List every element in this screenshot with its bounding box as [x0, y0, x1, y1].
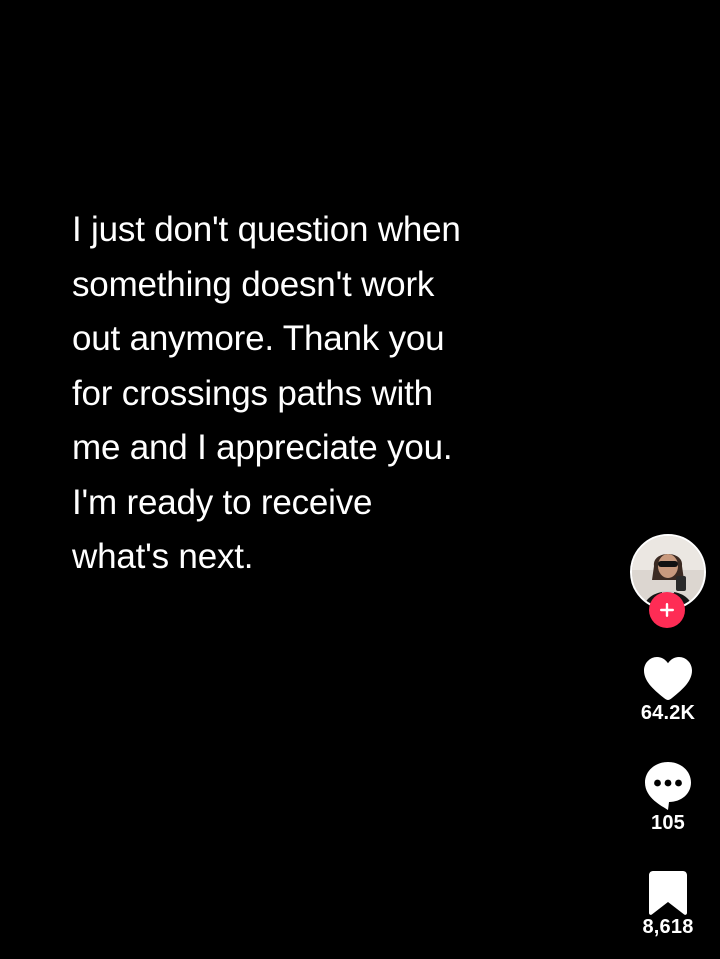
follow-button[interactable]: [649, 592, 685, 628]
heart-icon[interactable]: [643, 656, 693, 702]
comment-bubble-icon[interactable]: [643, 760, 693, 812]
caption-line: for crossings paths with: [72, 373, 433, 413]
like-count: 64.2K: [640, 702, 696, 724]
caption-line: what's next.: [72, 537, 254, 576]
video-caption: I just don't question when something doe…: [72, 203, 552, 585]
save-action: 8,618: [610, 870, 720, 939]
caption-line: out anymore. Thank you: [72, 319, 445, 358]
caption-line: I just don't question when: [72, 210, 461, 249]
like-action: 64.2K: [610, 656, 720, 725]
caption-line: I'm ready to receive: [72, 482, 373, 522]
profile-avatar-button[interactable]: [630, 534, 706, 628]
caption-line: something doesn't work: [72, 264, 435, 304]
comment-count: 105: [651, 812, 685, 834]
action-rail: 64.2K 105 8,618: [610, 532, 720, 959]
bookmark-icon[interactable]: [648, 870, 688, 916]
caption-line: me and I appreciate you.: [72, 428, 453, 467]
plus-icon: [660, 603, 674, 617]
comment-action: 105: [610, 760, 720, 835]
save-count: 8,618: [642, 916, 694, 938]
